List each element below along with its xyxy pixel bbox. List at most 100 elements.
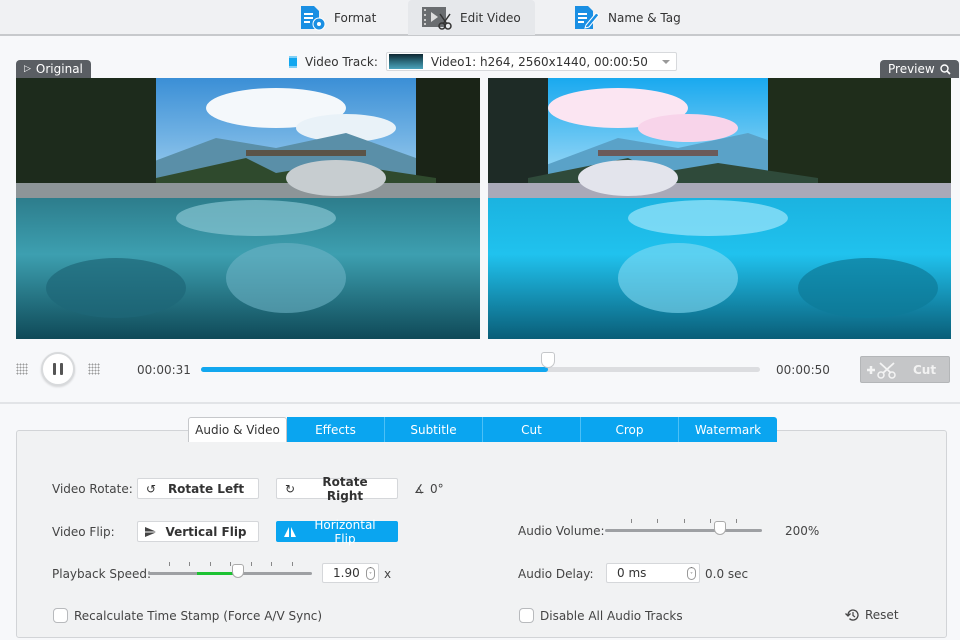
current-time: 00:00:31 [137, 363, 191, 377]
video-track: Video Track: Video1: h264, 2560x1440, 00… [289, 52, 677, 71]
original-video[interactable] [16, 78, 480, 339]
edit-subtabs: Audio & Video Effects Subtitle Cut Crop … [188, 417, 777, 442]
top-tab-bar: Format Edit Video Name & Tag [0, 0, 960, 36]
slider-tick [631, 519, 633, 523]
subtab-cut[interactable]: Cut [483, 417, 581, 442]
pause-icon-bar [53, 363, 56, 375]
video-track-icon [289, 55, 297, 68]
video-rotate-label: Video Rotate: [52, 482, 133, 496]
progress-fill [201, 367, 548, 372]
edit-video-icon [422, 6, 452, 30]
reset-label: Reset [865, 608, 899, 622]
slider-tick [250, 562, 252, 566]
spin-arrows-icon[interactable]: ˄ ˅ [687, 567, 696, 580]
slider-tick [230, 562, 231, 566]
audio-delay-value: 0 ms [617, 566, 647, 580]
original-label: ▷ Original [16, 60, 91, 78]
playback-speed-input[interactable]: 1.90 ˄ ˅ [322, 563, 379, 583]
name-tag-icon [575, 5, 600, 29]
preview-video[interactable] [488, 78, 951, 339]
slider-tick [271, 562, 272, 566]
audio-volume-value: 200% [785, 524, 820, 538]
audio-volume-slider[interactable] [605, 519, 762, 535]
cut-button[interactable]: Cut [860, 356, 950, 383]
tab-name-tag[interactable]: Name & Tag [560, 0, 693, 35]
chevron-down-icon [661, 60, 670, 64]
subtab-subtitle[interactable]: Subtitle [385, 417, 483, 442]
rotate-right-label: Rotate Right [322, 474, 368, 503]
horizontal-flip-button[interactable]: Horizontal Flip [276, 518, 398, 546]
rotate-angle-value: 0° [430, 482, 444, 496]
tab-edit-video[interactable]: Edit Video [408, 0, 535, 35]
previous-frame-icon[interactable] [16, 363, 28, 375]
recalculate-timestamp-checkbox[interactable]: Recalculate Time Stamp (Force A/V Sync) [53, 608, 322, 623]
playback-speed-slider[interactable] [148, 562, 312, 578]
audio-delay-seconds: 0.0 sec [705, 567, 749, 581]
audio-volume-label: Audio Volume: [518, 524, 605, 538]
checkbox-box[interactable] [53, 608, 68, 623]
audio-delay-input[interactable]: 0 ms ˄ ˅ [606, 563, 700, 583]
preview-label-text: Preview [888, 62, 935, 76]
rotate-right-icon: ↻ [284, 481, 296, 496]
total-time: 00:00:50 [776, 363, 830, 377]
next-frame-icon[interactable] [88, 363, 100, 375]
pause-button[interactable] [41, 352, 75, 386]
original-label-text: Original [35, 62, 83, 76]
pause-icon-bar [60, 363, 63, 375]
subtab-effects[interactable]: Effects [287, 417, 385, 442]
rotate-left-button[interactable]: ↺ Rotate Left [137, 478, 259, 499]
slider-tick [657, 519, 659, 523]
speed-value: 1.90 [333, 566, 360, 580]
search-icon [940, 63, 951, 75]
cut-button-label: Cut [913, 362, 937, 377]
tab-format-label: Format [334, 10, 377, 25]
rotate-right-button[interactable]: ↻ Rotate Right [276, 475, 398, 503]
slider-tick [209, 562, 211, 566]
format-settings-icon [301, 5, 326, 30]
reset-button[interactable]: Reset [845, 607, 899, 623]
slider-tick [683, 519, 685, 523]
volume-slider-knob[interactable] [713, 521, 726, 535]
angle-icon: ∡ [414, 482, 425, 496]
speed-slider-knob[interactable] [232, 564, 245, 578]
subtab-audio-video[interactable]: Audio & Video [188, 417, 287, 442]
rotate-left-label: Rotate Left [167, 481, 245, 496]
video-track-value: Video1: h264, 2560x1440, 00:00:50 [430, 54, 648, 69]
speed-unit: x [384, 567, 392, 581]
add-cut-scissors-icon [867, 361, 896, 379]
slider-tick [168, 562, 170, 566]
checkbox-box[interactable] [519, 608, 534, 623]
tab-format[interactable]: Format [286, 0, 388, 35]
tab-edit-video-label: Edit Video [460, 10, 521, 25]
video-thumbnail [388, 54, 423, 69]
audio-delay-label: Audio Delay: [518, 567, 594, 581]
reset-history-icon [845, 609, 859, 621]
horizontal-flip-label: Horizontal Flip [314, 517, 376, 546]
preview-label[interactable]: Preview [880, 60, 959, 78]
horizontal-flip-icon [277, 526, 303, 538]
slider-tick [189, 562, 190, 566]
video-track-label: Video Track: [305, 54, 378, 69]
progress-handle[interactable] [540, 352, 555, 368]
playback-speed-label: Playback Speed: [52, 567, 152, 581]
rotate-left-icon: ↺ [145, 481, 157, 496]
vertical-flip-icon [138, 526, 164, 538]
slider-tick [291, 562, 293, 566]
disable-audio-tracks-checkbox[interactable]: Disable All Audio Tracks [519, 608, 683, 623]
playback-progress-bar[interactable] [201, 352, 760, 372]
subtab-watermark[interactable]: Watermark [679, 417, 777, 442]
preview-area: ▷ Original Video Track: Video1: h264, 25… [0, 38, 960, 404]
recalculate-timestamp-label: Recalculate Time Stamp (Force A/V Sync) [74, 608, 323, 623]
vertical-flip-label: Vertical Flip [165, 524, 247, 539]
slider-tick [709, 519, 711, 523]
video-flip-label: Video Flip: [52, 525, 115, 539]
video-track-select[interactable]: Video1: h264, 2560x1440, 00:00:50 [385, 52, 677, 71]
disable-audio-tracks-label: Disable All Audio Tracks [540, 608, 683, 623]
slider-tick [735, 519, 737, 523]
playback-controls: 00:00:31 00:00:50 Cut [0, 344, 960, 394]
subtab-crop[interactable]: Crop [581, 417, 679, 442]
play-outline-icon: ▷ [24, 64, 31, 74]
tab-name-tag-label: Name & Tag [608, 10, 681, 25]
spin-arrows-icon[interactable]: ˄ ˅ [366, 567, 375, 580]
vertical-flip-button[interactable]: Vertical Flip [137, 521, 259, 542]
